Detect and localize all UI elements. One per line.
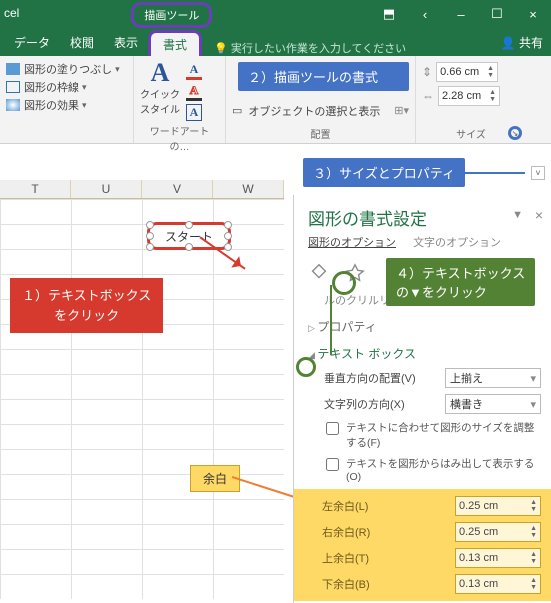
minimize-button[interactable]: ‒: [443, 0, 479, 28]
shape-effects-button[interactable]: 図形の効果▾: [6, 96, 127, 114]
callout-4-line: [328, 285, 334, 355]
margin-bottom-input[interactable]: 0.13 cm▲▼: [455, 574, 541, 594]
size-dialog-launcher[interactable]: ↘: [508, 126, 522, 140]
shape-options-tab[interactable]: 図形のオプション: [308, 237, 396, 249]
shape-height-input[interactable]: 0.66 cm▲▼: [436, 62, 498, 82]
callout-1: １）テキストボックス をクリック: [10, 278, 163, 333]
close-button[interactable]: ×: [515, 0, 551, 28]
selection-pane-button[interactable]: オブジェクトの選択と表示: [248, 103, 380, 119]
share-icon: 👤: [501, 36, 516, 50]
col-header[interactable]: U: [71, 180, 142, 198]
resize-handle[interactable]: [146, 243, 154, 251]
shape-outline-button[interactable]: 図形の枠線▾: [6, 78, 127, 96]
height-icon: ⇕: [422, 65, 432, 79]
text-options-tab[interactable]: 文字のオプション: [413, 237, 501, 249]
margins-section: 左余白(L) 0.25 cm▲▼ 右余白(R) 0.25 cm▲▼ 上余白(T)…: [294, 489, 551, 601]
section-textbox[interactable]: テキスト ボックス: [308, 345, 541, 362]
margin-top-input[interactable]: 0.13 cm▲▼: [455, 548, 541, 568]
callout-4: ４）テキストボックスの▼をクリック: [386, 258, 535, 306]
callout-3-row: ３）サイズとプロパティ ˅: [303, 158, 545, 187]
margin-left-label: 左余白(L): [322, 498, 368, 514]
context-tab-drawing-tools[interactable]: 描画ツール: [131, 2, 212, 28]
overflow-label: テキストを図形からはみ出して表示する(O): [346, 456, 541, 483]
shape-fill-button[interactable]: 図形の塗りつぶし▾: [6, 60, 127, 78]
pane-option-tabs: 図形のオプション 文字のオプション: [308, 234, 541, 250]
margin-right-input[interactable]: 0.25 cm▲▼: [455, 522, 541, 542]
resize-handle[interactable]: [185, 221, 193, 229]
text-direction-select[interactable]: 横書き▾: [445, 394, 541, 414]
tell-me[interactable]: 💡 実行したい作業を入力してください: [214, 40, 406, 56]
vertical-align-select[interactable]: 上揃え▾: [445, 368, 541, 388]
lightbulb-icon: 💡: [214, 42, 228, 55]
text-effects-icon[interactable]: A: [186, 104, 202, 121]
callout-3: ３）サイズとプロパティ: [303, 158, 465, 187]
resize-handle[interactable]: [224, 243, 232, 251]
margin-bottom-label: 下余白(B): [322, 576, 370, 592]
app-name: cel: [0, 0, 27, 28]
ribbon-display-icon[interactable]: ⬒: [371, 0, 407, 28]
col-header[interactable]: T: [0, 180, 71, 198]
textbox-shape[interactable]: スタート: [147, 222, 231, 250]
vertical-align-label: 垂直方向の配置(V): [324, 370, 416, 386]
margin-right-label: 右余白(R): [322, 524, 370, 540]
autosize-checkbox[interactable]: [326, 422, 339, 435]
column-headers: T U V W: [0, 180, 284, 199]
resize-handle[interactable]: [185, 243, 193, 251]
section-properties[interactable]: プロパティ: [308, 318, 541, 335]
tell-me-placeholder: 実行したい作業を入力してください: [231, 40, 406, 56]
pane-menu-icon[interactable]: ▼: [512, 209, 523, 221]
group-size: サイズ: [422, 126, 520, 141]
title-bar: cel 描画ツール ⬒ ‹ ‒ ☐ ×: [0, 0, 551, 28]
fill-line-icon[interactable]: [308, 262, 330, 284]
callout-2: ２）描画ツールの書式: [238, 62, 409, 91]
text-fill-icon[interactable]: A: [186, 62, 202, 80]
text-direction-label: 文字列の方向(X): [324, 396, 405, 412]
col-header[interactable]: W: [213, 180, 284, 198]
wordart-quick-styles[interactable]: A クイック スタイル: [140, 60, 180, 116]
margin-top-label: 上余白(T): [322, 550, 369, 566]
formula-bar-expand[interactable]: ˅: [531, 166, 545, 180]
ribbon: 図形の塗りつぶし▾ 図形の枠線▾ 図形の効果▾ A クイック スタイル A A …: [0, 56, 551, 144]
share-button[interactable]: 👤 共有: [493, 29, 551, 56]
selection-pane-icon[interactable]: ▭: [232, 104, 242, 117]
tab-review[interactable]: 校閲: [60, 29, 104, 56]
group-arrange: 配置: [232, 126, 409, 141]
autosize-label: テキストに合わせて図形のサイズを調整する(F): [346, 420, 541, 450]
maximize-button[interactable]: ☐: [479, 0, 515, 28]
align-icon[interactable]: ⊞▾: [394, 104, 409, 117]
group-wordart: ワードアートの…: [140, 123, 219, 153]
pane-close-button[interactable]: ×: [535, 207, 543, 223]
worksheet[interactable]: T U V W: [0, 180, 284, 599]
pane-title: 図形の書式設定: [308, 205, 541, 230]
ribbon-tabs: データ 校閲 表示 書式 💡 実行したい作業を入力してください 👤 共有: [0, 28, 551, 56]
shape-width-input[interactable]: 2.28 cm▲▼: [438, 86, 500, 106]
tab-format[interactable]: 書式: [148, 30, 202, 56]
callout-textbox-circle: [296, 357, 316, 377]
tab-data[interactable]: データ: [4, 29, 60, 56]
resize-handle[interactable]: [224, 221, 232, 229]
resize-handle[interactable]: [224, 232, 232, 240]
tab-view[interactable]: 表示: [104, 29, 148, 56]
overflow-checkbox[interactable]: [326, 458, 339, 471]
width-icon: ⇔: [422, 89, 434, 103]
help-arrow-icon[interactable]: ‹: [407, 0, 443, 28]
text-outline-icon[interactable]: A: [186, 83, 202, 101]
resize-handle[interactable]: [146, 221, 154, 229]
margin-left-input[interactable]: 0.25 cm▲▼: [455, 496, 541, 516]
format-shape-pane: ▼ × 図形の書式設定 図形のオプション 文字のオプション ４）テキストボックス…: [293, 195, 551, 603]
callout-4-circle: [332, 271, 356, 295]
resize-handle[interactable]: [146, 232, 154, 240]
col-header[interactable]: V: [142, 180, 213, 198]
